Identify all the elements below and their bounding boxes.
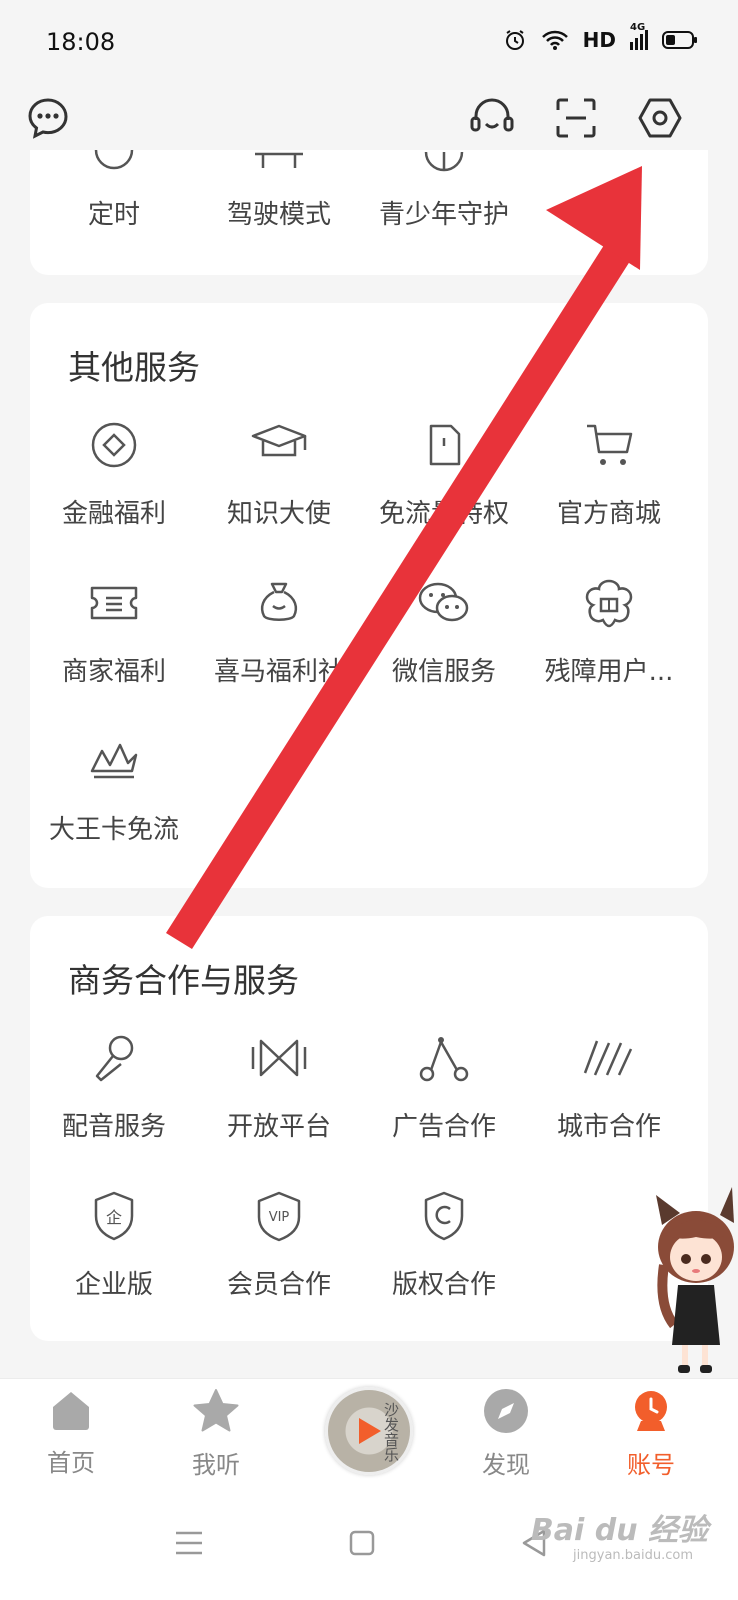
square-icon xyxy=(349,1530,375,1556)
player-disc-icon: 沙发音乐 xyxy=(325,1387,413,1475)
disc-text: 沙发音乐 xyxy=(382,1402,400,1462)
tab-account[interactable]: 账号 xyxy=(596,1387,706,1480)
home-icon xyxy=(53,1392,89,1430)
account-icon xyxy=(635,1391,667,1431)
play-icon xyxy=(359,1418,381,1444)
tab-listening[interactable]: 我听 xyxy=(161,1387,271,1480)
annotation-arrow xyxy=(166,166,642,949)
home-nav-button[interactable] xyxy=(337,1518,387,1568)
tab-discover[interactable]: 发现 xyxy=(451,1387,561,1480)
tab-account-label: 账号 xyxy=(627,1451,675,1479)
tab-home-label: 首页 xyxy=(47,1449,95,1477)
arrow-shaft xyxy=(166,242,632,949)
tab-player[interactable]: 沙发音乐 xyxy=(314,1387,424,1475)
bottom-tab-bar: 首页 我听 沙发音乐 发现 账号 xyxy=(0,1378,738,1489)
tab-listening-label: 我听 xyxy=(192,1451,240,1479)
baidu-watermark-url: jingyan.baidu.com xyxy=(573,1548,693,1563)
compass-icon xyxy=(484,1389,528,1433)
menu-nav-button[interactable] xyxy=(164,1518,214,1568)
baidu-watermark: Bai du 经验 xyxy=(530,1513,708,1548)
tab-home[interactable]: 首页 xyxy=(16,1387,126,1478)
star-icon xyxy=(193,1389,239,1432)
arrow-head xyxy=(546,166,642,270)
tab-discover-label: 发现 xyxy=(482,1451,530,1479)
menu-icon xyxy=(176,1531,202,1555)
